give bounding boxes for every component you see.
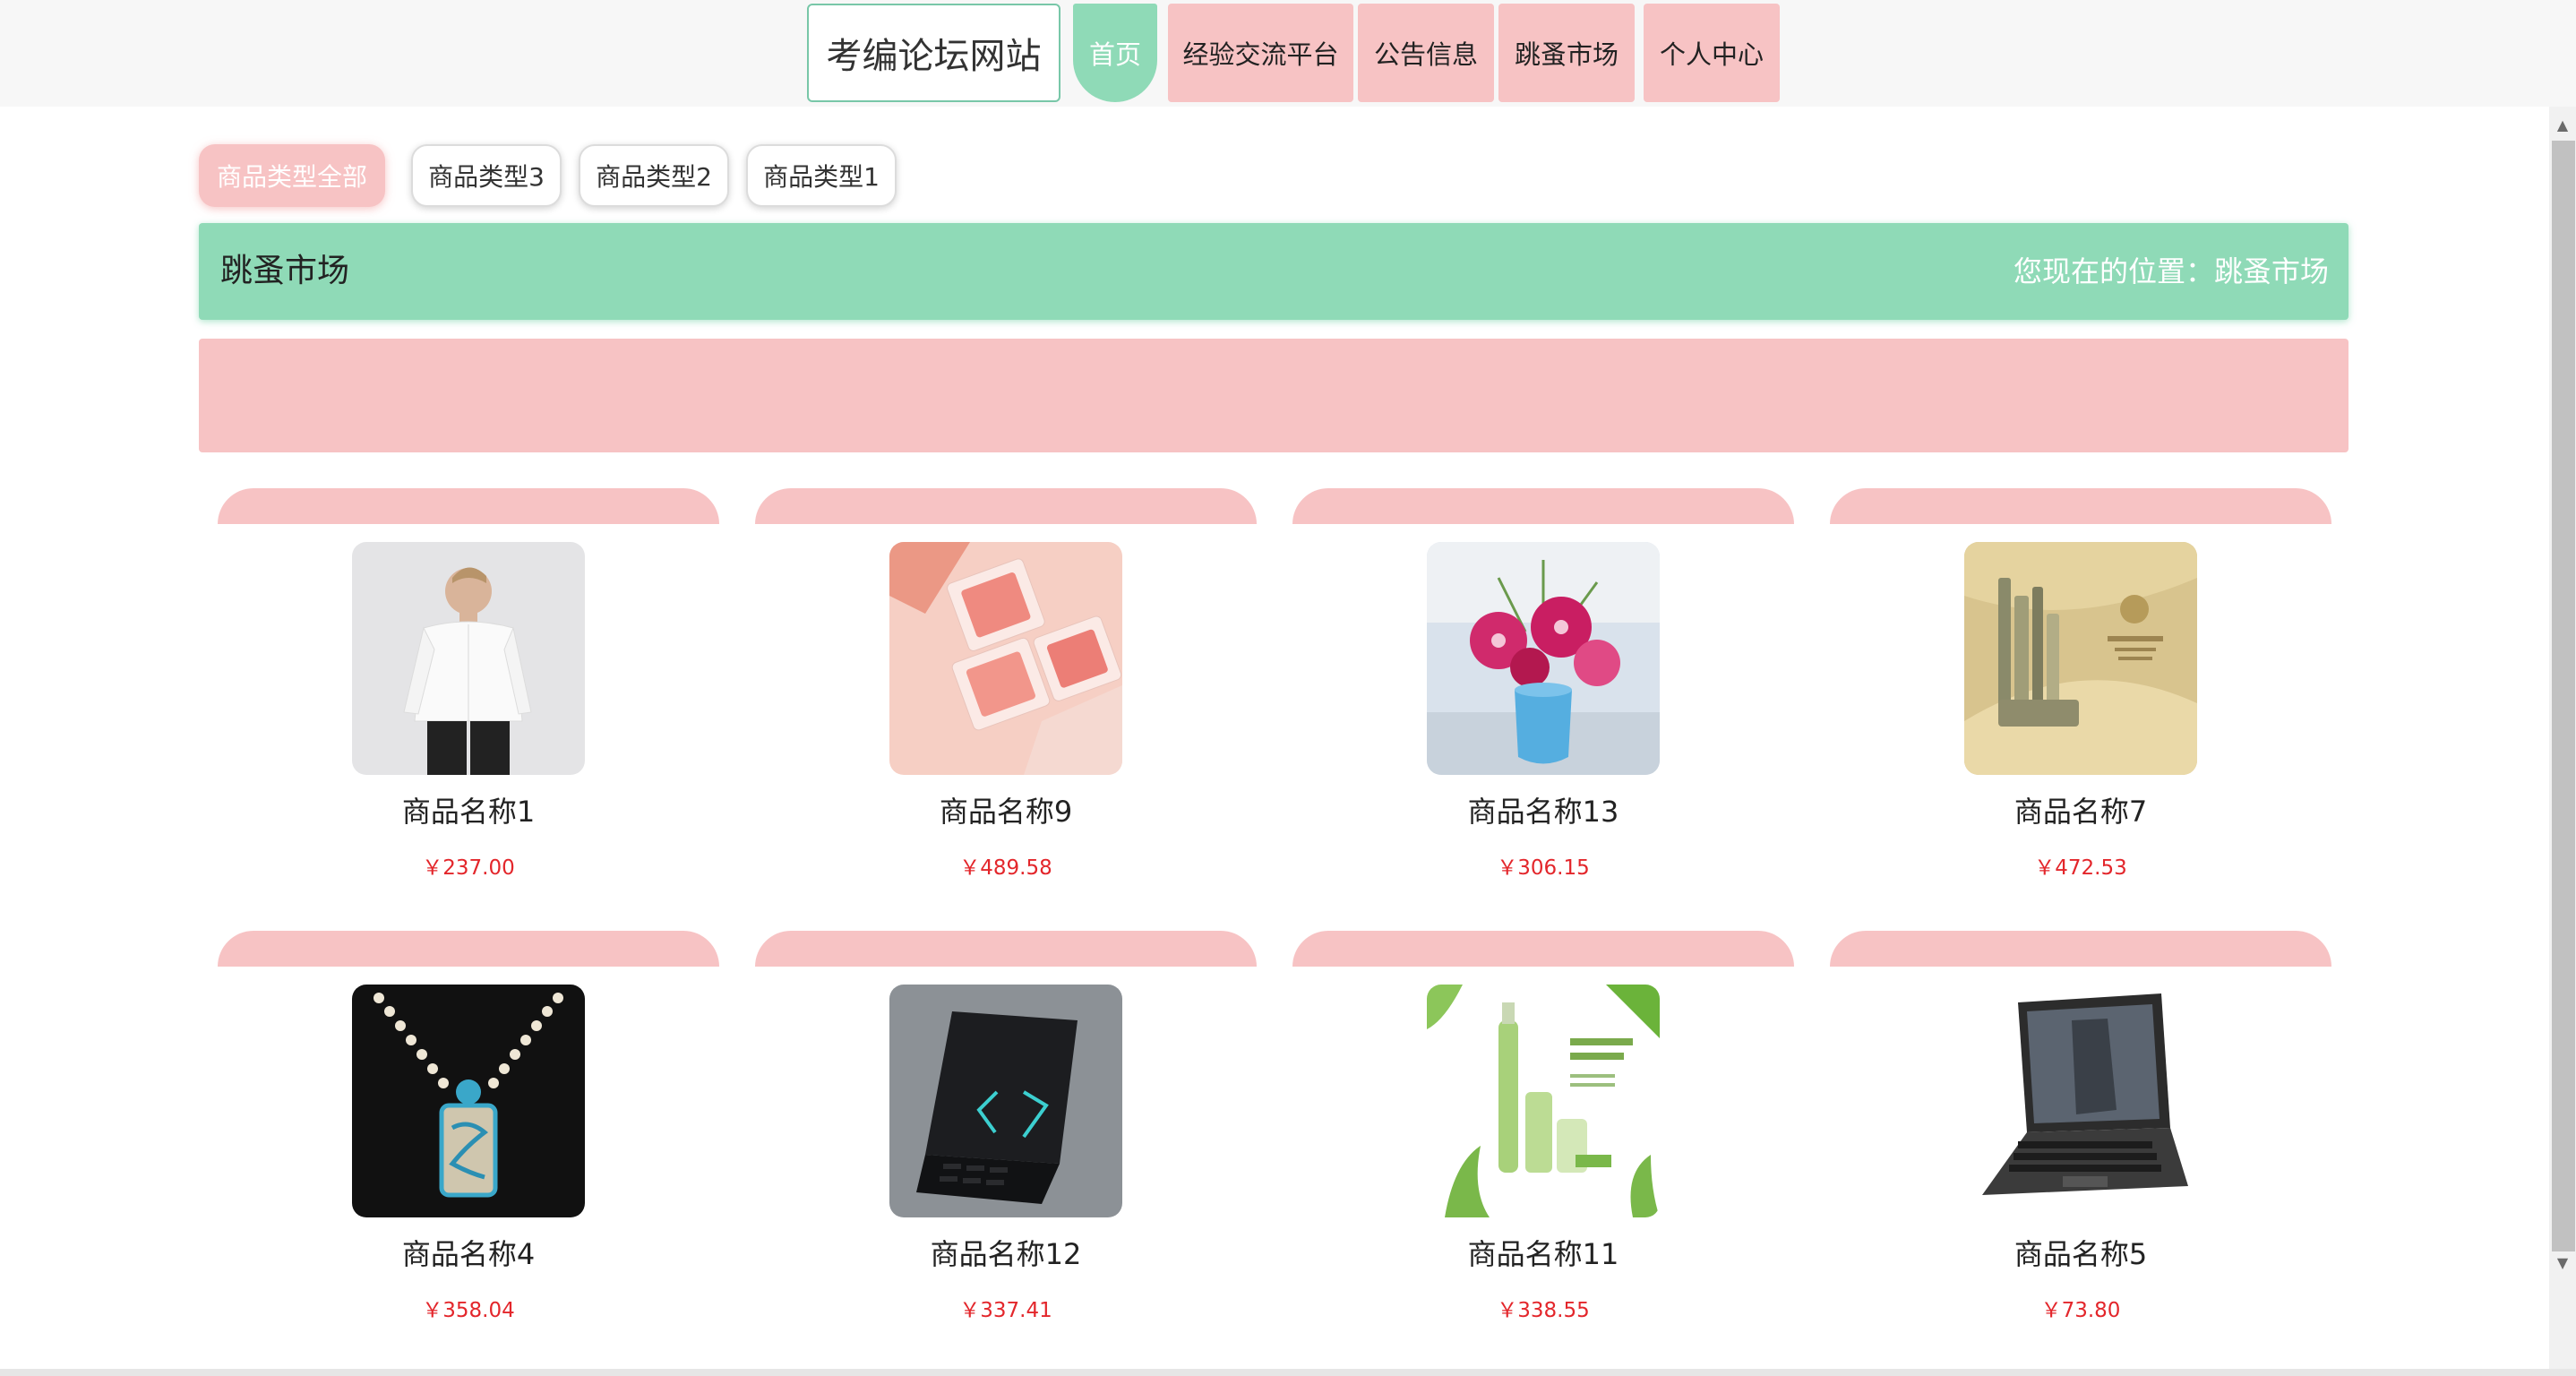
card-tab [1292, 931, 1794, 967]
product-image[interactable] [1964, 542, 2197, 775]
filter-category-3[interactable]: 商品类型3 [411, 144, 562, 207]
product-name[interactable]: 商品名称13 [1292, 789, 1794, 830]
product-name[interactable]: 商品名称12 [755, 1232, 1257, 1273]
product-image[interactable] [889, 542, 1122, 775]
product-image[interactable] [1427, 542, 1660, 775]
product-image[interactable] [352, 542, 585, 775]
product-price: ￥489.58 [959, 856, 1052, 880]
card-tab [218, 488, 719, 524]
product-price: ￥472.53 [2034, 856, 2127, 880]
card-tab [1830, 931, 2331, 967]
filter-category-1[interactable]: 商品类型1 [746, 144, 897, 207]
product-name[interactable]: 商品名称5 [1830, 1232, 2331, 1273]
product-card[interactable]: 商品名称7 ￥472.53 [1830, 488, 2331, 882]
filter-all-categories[interactable]: 商品类型全部 [199, 144, 385, 207]
card-tab [1292, 488, 1794, 524]
card-tab [1830, 488, 2331, 524]
product-price: ￥337.41 [959, 1299, 1052, 1322]
site-title[interactable]: 考编论坛网站 [807, 4, 1060, 102]
nav-item-flea-market[interactable]: 跳蚤市场 [1498, 4, 1635, 102]
card-tab [755, 488, 1257, 524]
banner [199, 339, 2348, 452]
product-card[interactable]: 商品名称4 ￥358.04 [218, 931, 719, 1325]
product-image[interactable] [352, 985, 585, 1217]
product-price: ￥338.55 [1497, 1299, 1590, 1322]
product-image[interactable] [1964, 985, 2197, 1217]
product-image[interactable] [889, 985, 1122, 1217]
breadcrumb: 您现在的位置：跳蚤市场 [2013, 254, 2329, 288]
nav-item-home[interactable]: 首页 [1073, 4, 1157, 102]
product-card[interactable]: 商品名称12 ￥337.41 [755, 931, 1257, 1325]
section-header: 跳蚤市场 您现在的位置：跳蚤市场 [199, 223, 2348, 320]
product-card[interactable]: 商品名称5 ￥73.80 [1830, 931, 2331, 1325]
product-name[interactable]: 商品名称7 [1830, 789, 2331, 830]
card-tab [755, 931, 1257, 967]
product-price: ￥237.00 [422, 856, 515, 880]
scroll-up-arrow-icon[interactable]: ▲ [2549, 109, 2576, 140]
product-name[interactable]: 商品名称4 [218, 1232, 719, 1273]
nav-item-experience-forum[interactable]: 经验交流平台 [1168, 4, 1353, 102]
nav-item-personal-center[interactable]: 个人中心 [1644, 4, 1780, 102]
product-card[interactable]: 商品名称11 ￥338.55 [1292, 931, 1794, 1325]
card-tab [218, 931, 719, 967]
product-price: ￥73.80 [2040, 1299, 2121, 1322]
product-card[interactable]: 商品名称9 ￥489.58 [755, 488, 1257, 882]
nav-item-announcements[interactable]: 公告信息 [1358, 4, 1494, 102]
product-name[interactable]: 商品名称9 [755, 789, 1257, 830]
section-title: 跳蚤市场 [220, 253, 350, 289]
product-card[interactable]: 商品名称1 ￥237.00 [218, 488, 719, 882]
product-card[interactable]: 商品名称13 ￥306.15 [1292, 488, 1794, 882]
bottom-divider [0, 1369, 2576, 1376]
product-image[interactable] [1427, 985, 1660, 1217]
product-price: ￥306.15 [1497, 856, 1590, 880]
top-navbar: 考编论坛网站 首页 经验交流平台 公告信息 跳蚤市场 个人中心 [0, 0, 2576, 107]
scrollbar-thumb[interactable] [2552, 141, 2575, 1251]
scroll-down-arrow-icon[interactable]: ▼ [2549, 1247, 2576, 1277]
filter-category-2[interactable]: 商品类型2 [579, 144, 729, 207]
product-name[interactable]: 商品名称1 [218, 789, 719, 830]
product-name[interactable]: 商品名称11 [1292, 1232, 1794, 1273]
product-price: ￥358.04 [422, 1299, 515, 1322]
